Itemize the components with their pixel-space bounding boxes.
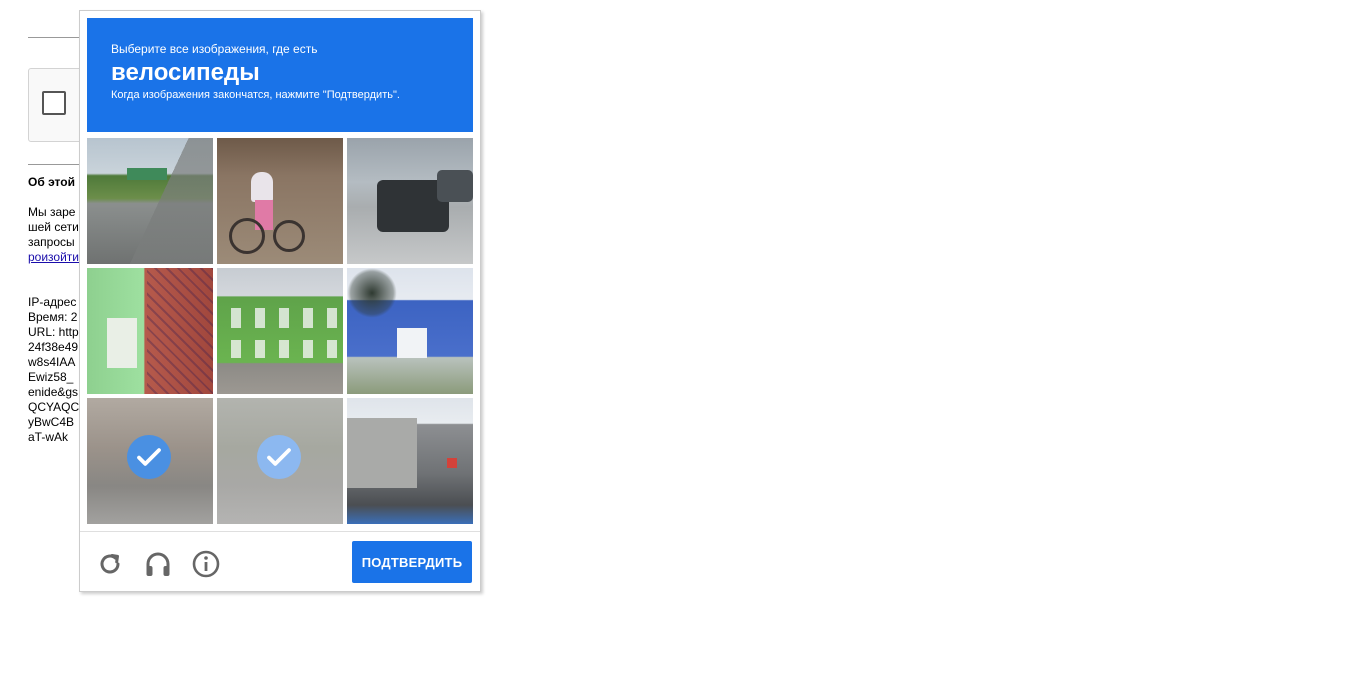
details-line: IP-адрес (28, 295, 77, 309)
details-line: enide&gs (28, 385, 79, 399)
details-line: Время: 2 (28, 310, 78, 324)
details-line: Ewiz58_ (28, 370, 74, 384)
image-tile-4[interactable] (87, 268, 213, 394)
image-tile-7[interactable] (87, 398, 213, 524)
instruction-text: Выберите все изображения, где есть (111, 42, 318, 56)
about-text-line: Мы заре (28, 205, 76, 219)
details-line: yBwC4B (28, 415, 75, 429)
details-line: 24f38e49 (28, 340, 79, 354)
image-tile-3[interactable] (347, 138, 473, 264)
image-tile-8[interactable] (217, 398, 343, 524)
about-text-line: шей сети (28, 220, 79, 234)
hint-text: Когда изображения закончатся, нажмите "П… (111, 89, 400, 101)
info-icon[interactable] (191, 549, 221, 579)
about-link-line: роизойти (28, 250, 79, 265)
challenge-header: Выберите все изображения, где есть велос… (87, 18, 473, 132)
details-line: aT-wAk (28, 430, 69, 444)
im-not-robot-checkbox[interactable] (42, 91, 66, 115)
details-line: QCYAQC (28, 400, 80, 414)
green-house-image (217, 268, 343, 394)
reload-icon[interactable] (95, 549, 125, 579)
about-text-line: запросы (28, 235, 75, 249)
footer-divider (80, 531, 480, 532)
selected-checkmark-icon (127, 435, 171, 479)
target-keyword: велосипеды (111, 59, 260, 86)
details-line: URL: http (28, 325, 79, 339)
image-tile-6[interactable] (347, 268, 473, 394)
image-tile-1[interactable] (87, 138, 213, 264)
verify-button[interactable]: ПОДТВЕРДИТЬ (352, 541, 472, 583)
headphones-icon[interactable] (143, 549, 173, 579)
details-line: w8s4IAA (28, 355, 76, 369)
about-heading: Об этой (28, 175, 75, 189)
captcha-challenge-popup: Выберите все изображения, где есть велос… (79, 10, 481, 592)
image-tile-5[interactable] (217, 268, 343, 394)
image-tile-2[interactable] (217, 138, 343, 264)
selected-checkmark-icon (257, 435, 301, 479)
image-grid (87, 138, 473, 524)
image-tile-9[interactable] (347, 398, 473, 524)
about-link[interactable]: роизойти (28, 250, 79, 264)
